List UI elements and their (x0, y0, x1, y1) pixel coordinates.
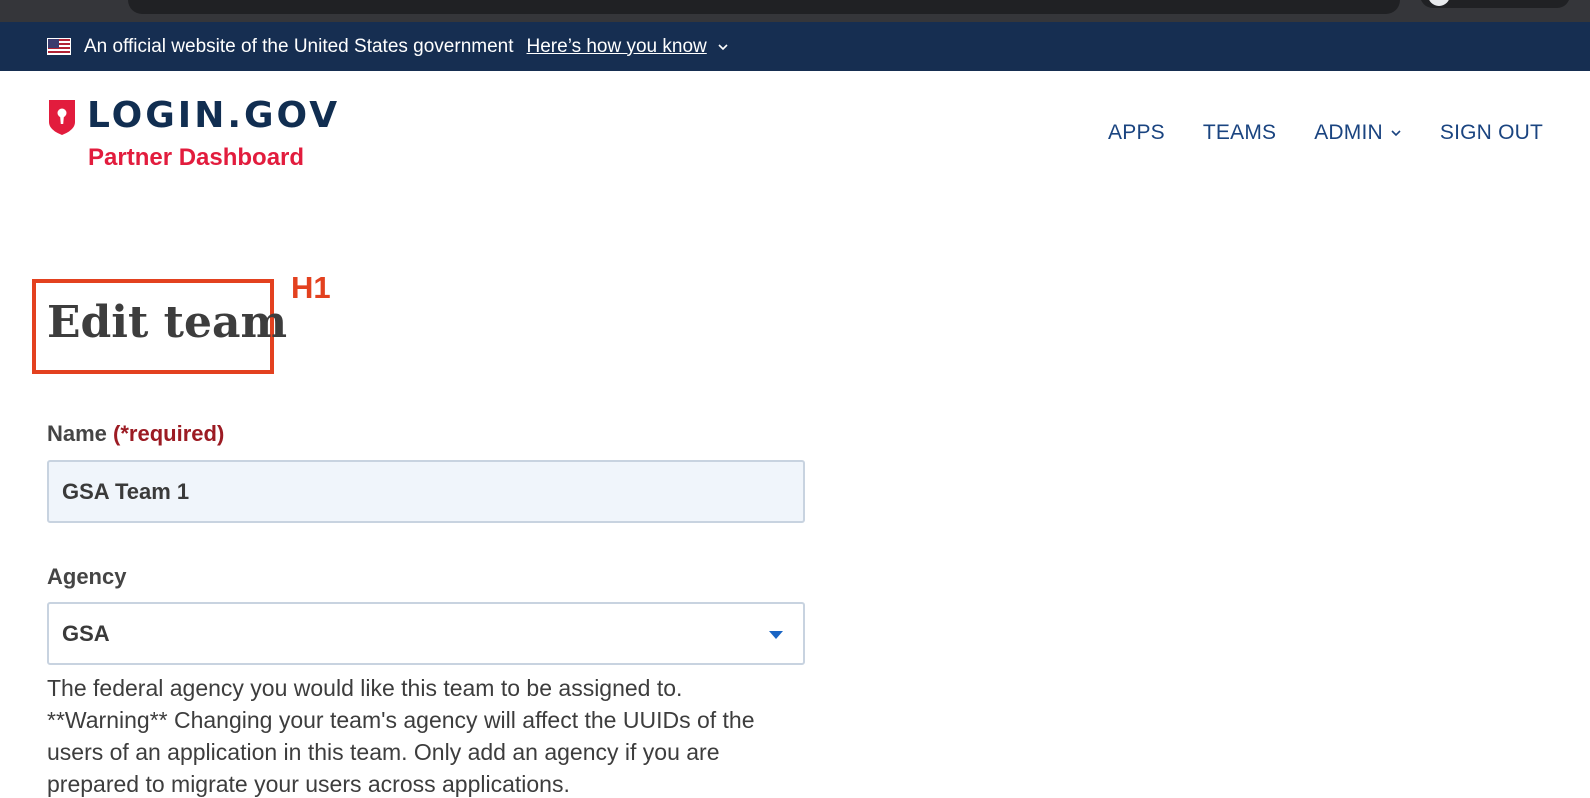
agency-select[interactable]: GSA (47, 602, 805, 665)
how-you-know-link[interactable]: Here’s how you know (527, 36, 707, 58)
official-site-text: An official website of the United States… (84, 35, 514, 57)
chevron-down-icon[interactable] (717, 41, 729, 53)
shield-lock-icon (49, 100, 75, 135)
agency-help-line: The federal agency you would like this t… (47, 675, 683, 701)
required-indicator: (*required) (113, 421, 225, 446)
agency-select-value: GSA (62, 620, 110, 646)
primary-nav: APPS TEAMS ADMIN SIGN OUT (1070, 121, 1543, 145)
heading-annotation-label: H1 (291, 270, 331, 305)
nav-admin[interactable]: ADMIN (1314, 121, 1402, 145)
browser-profile[interactable] (1420, 0, 1570, 8)
name-input[interactable]: GSA Team 1 (47, 460, 805, 523)
caret-down-icon (769, 631, 783, 639)
agency-help-text: The federal agency you would like this t… (47, 672, 807, 798)
nav-sign-out[interactable]: SIGN OUT (1440, 121, 1543, 145)
name-label: Name (*required) (47, 421, 224, 447)
agency-warning-text: **Warning** Changing your team's agency … (47, 707, 755, 797)
logo-wordmark: LOGIN.GOV (87, 95, 341, 136)
page-title: Edit team (47, 297, 288, 348)
nav-apps[interactable]: APPS (1108, 121, 1165, 145)
profile-avatar-icon (1428, 0, 1450, 6)
chevron-down-icon (1391, 130, 1401, 137)
nav-teams[interactable]: TEAMS (1203, 121, 1276, 145)
logo-subtitle: Partner Dashboard (88, 144, 305, 171)
name-input-value: GSA Team 1 (62, 478, 190, 504)
address-bar[interactable] (128, 0, 1400, 14)
agency-label: Agency (47, 564, 127, 589)
gov-banner: An official website of the United States… (0, 22, 1590, 71)
nav-admin-label: ADMIN (1314, 121, 1383, 144)
name-label-text: Name (47, 421, 107, 446)
browser-toolbar (0, 0, 1590, 22)
us-flag-icon (47, 38, 71, 55)
